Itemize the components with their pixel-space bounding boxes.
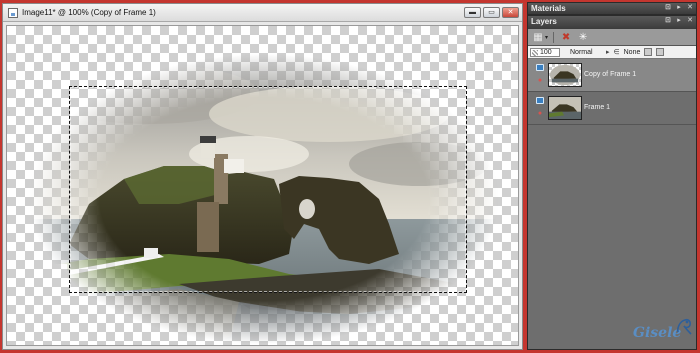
image-window-titlebar[interactable]: Image11* @ 100% (Copy of Frame 1) ▬ ▭ ✕ <box>3 4 522 22</box>
new-layer-icon[interactable]: ▦ <box>531 31 545 44</box>
layer-list: ● Copy of Frame 1 ● Frame 1 <box>528 59 696 125</box>
link-mode-select[interactable]: None <box>624 49 641 56</box>
materials-panel-title: Materials <box>531 4 566 13</box>
close-button[interactable]: ✕ <box>502 7 519 18</box>
blend-mode-select[interactable]: Normal <box>564 49 602 56</box>
layers-options-button[interactable]: ▸ <box>675 17 683 25</box>
signature-mark-icon <box>677 318 692 335</box>
selection-marquee[interactable] <box>69 86 467 293</box>
image-canvas[interactable] <box>6 25 519 346</box>
layers-toolbar: ▦ ▾ ✖ ✳ <box>528 29 696 46</box>
visibility-icon[interactable] <box>536 97 544 104</box>
link-icon[interactable]: ∈ <box>614 48 620 56</box>
layers-close-button[interactable]: ✕ <box>686 17 694 25</box>
layer-thumbnail-image <box>549 64 581 86</box>
layers-panel-titlebar[interactable]: Layers ⊡ ▸ ✕ <box>528 16 696 29</box>
materials-dock-button[interactable]: ⊡ <box>664 4 672 12</box>
materials-close-button[interactable]: ✕ <box>686 4 694 12</box>
layer-row[interactable]: ● Frame 1 <box>528 92 696 125</box>
lock-transparency-icon[interactable] <box>644 48 653 56</box>
delete-layer-icon[interactable]: ✖ <box>559 31 573 44</box>
image-window[interactable]: Image11* @ 100% (Copy of Frame 1) ▬ ▭ ✕ <box>2 3 523 350</box>
lock-icon[interactable]: ● <box>537 110 543 117</box>
new-layer-dropdown-icon[interactable]: ▾ <box>545 34 548 41</box>
layer-properties-bar: 100 Normal ▸ ∈ None <box>528 46 696 59</box>
layer-name[interactable]: Copy of Frame 1 <box>584 71 636 78</box>
blend-dropdown-icon[interactable]: ▸ <box>606 48 610 56</box>
image-window-title: Image11* @ 100% (Copy of Frame 1) <box>22 8 156 17</box>
image-document-icon <box>8 7 18 18</box>
layers-panel[interactable]: Layers ⊡ ▸ ✕ ▦ ▾ ✖ ✳ 100 Normal ▸ ∈ None… <box>527 15 697 350</box>
materials-panel-titlebar[interactable]: Materials ⊡ ▸ ✕ <box>527 2 697 15</box>
layers-panel-title: Layers <box>531 17 557 26</box>
maximize-button[interactable]: ▭ <box>483 7 500 18</box>
toolbar-divider <box>553 31 555 43</box>
minimize-button[interactable]: ▬ <box>464 7 481 18</box>
layer-mask-icon[interactable] <box>656 48 665 56</box>
visibility-icon[interactable] <box>536 64 544 71</box>
layer-row[interactable]: ● Copy of Frame 1 <box>528 59 696 92</box>
materials-options-button[interactable]: ▸ <box>675 4 683 12</box>
layer-thumbnail-image <box>549 97 581 119</box>
layer-thumbnail <box>548 63 582 87</box>
layer-name[interactable]: Frame 1 <box>584 104 610 111</box>
layer-thumbnail <box>548 96 582 120</box>
opacity-field[interactable]: 100 <box>530 47 560 57</box>
effects-icon[interactable]: ✳ <box>576 31 590 44</box>
lock-icon[interactable]: ● <box>537 77 543 84</box>
layers-dock-button[interactable]: ⊡ <box>664 17 672 25</box>
